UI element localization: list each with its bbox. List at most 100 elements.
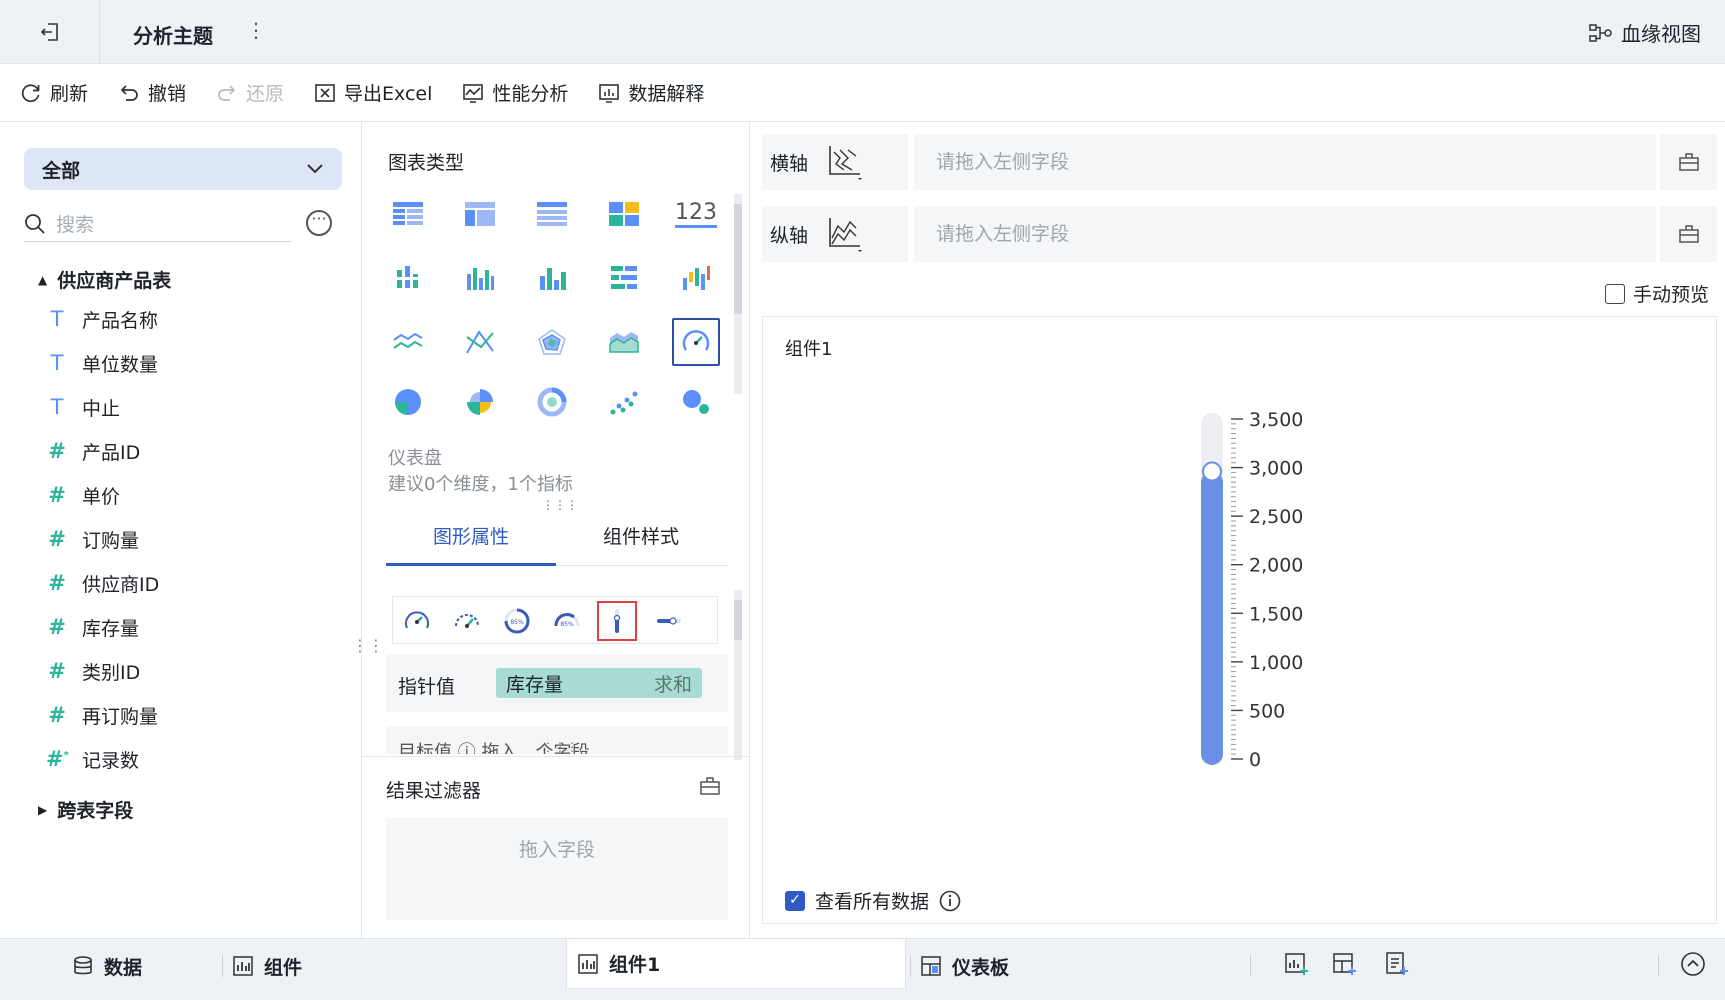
chart-type-scrollbar[interactable]: [734, 194, 742, 394]
tab-component-style[interactable]: 组件样式: [556, 508, 726, 566]
chart-preview-panel: 横轴 请拖入左侧字段 纵轴 请拖入左侧字段 手动预览 组件1 0 500 1,000…: [750, 122, 1725, 938]
gauge-style-percent-arc[interactable]: 85%: [547, 601, 587, 641]
gauge-style-percent-ring[interactable]: 85%: [497, 601, 537, 641]
chart-type-gauge[interactable]: [672, 318, 720, 366]
field-item[interactable]: T 中止: [46, 392, 120, 422]
add-chart-button[interactable]: [1284, 951, 1310, 982]
rose-chart-icon: [467, 389, 493, 415]
chart-type-bar[interactable]: [600, 254, 648, 302]
field-item[interactable]: # 类别ID: [46, 656, 140, 686]
more-vertical-icon[interactable]: ⋮: [246, 18, 266, 42]
y-axis-drop-zone[interactable]: 请拖入左侧字段: [914, 206, 1656, 262]
performance-analysis-button[interactable]: 性能分析: [462, 79, 568, 106]
x-axis-label-box[interactable]: 横轴: [762, 134, 908, 190]
manual-preview-checkbox[interactable]: [1605, 283, 1625, 304]
add-dashboard-button[interactable]: [1332, 951, 1358, 982]
chart-type-radar[interactable]: [528, 318, 576, 366]
chart-type-area[interactable]: [600, 318, 648, 366]
chart-type-rose[interactable]: [456, 378, 504, 426]
column-chart-icon: [467, 268, 494, 290]
redo-button[interactable]: 还原: [216, 79, 284, 106]
search-input[interactable]: 搜索: [24, 206, 292, 242]
lineage-view-label: 血缘视图: [1621, 22, 1701, 46]
filter-drop-zone[interactable]: 拖入字段: [386, 818, 728, 920]
field-panel: 全部 搜索 ··· ▲ 供应商产品表 T 产品名称 T 单位数量 T 中止 # 产品ID…: [0, 122, 384, 938]
export-excel-button[interactable]: 导出Excel: [314, 79, 432, 106]
field-item[interactable]: T 产品名称: [46, 304, 158, 334]
chart-type-line[interactable]: [384, 318, 432, 366]
undo-button[interactable]: 撤销: [118, 79, 186, 106]
tree-group-cross-table[interactable]: ▶ 跨表字段: [38, 796, 133, 823]
tab-widget[interactable]: 组件: [232, 939, 302, 993]
field-item[interactable]: # 订购量: [46, 524, 139, 554]
view-all-checkbox[interactable]: ✓: [785, 890, 805, 911]
pointer-field-chip[interactable]: 库存量 求和: [496, 668, 702, 698]
add-report-button[interactable]: [1384, 951, 1410, 982]
data-explain-button[interactable]: 数据解释: [598, 79, 704, 106]
tab-graph-properties[interactable]: 图形属性: [386, 508, 556, 566]
chart-type-multi-column[interactable]: [528, 254, 576, 302]
lineage-view-button[interactable]: 血缘视图: [1589, 18, 1701, 47]
field-item[interactable]: # 再订购量: [46, 700, 158, 730]
horizontal-gauge-icon: [657, 617, 681, 625]
chart-type-number[interactable]: 123: [672, 190, 720, 238]
gauge-style-half[interactable]: [447, 601, 487, 641]
gauge-style-thermometer[interactable]: [597, 601, 637, 641]
tab-widget1-active[interactable]: 组件1: [566, 939, 906, 989]
x-axis-drop-zone[interactable]: 请拖入左侧字段: [914, 134, 1656, 190]
tab-dashboard[interactable]: 仪表板: [920, 939, 1009, 993]
manual-preview-toggle[interactable]: 手动预览: [1605, 280, 1709, 307]
field-item[interactable]: T 单位数量: [46, 348, 158, 378]
chart-type-table[interactable]: [384, 190, 432, 238]
scope-select[interactable]: 全部: [24, 148, 342, 190]
selected-chart-hint: 建议0个维度，1个指标: [388, 474, 573, 495]
chart-type-donut[interactable]: [528, 378, 576, 426]
chart-type-pie[interactable]: [384, 378, 432, 426]
field-item[interactable]: # 产品ID: [46, 436, 140, 466]
info-icon[interactable]: [939, 890, 961, 912]
crosstab-icon: [465, 202, 495, 226]
resize-handle[interactable]: ⋮⋮⋮: [542, 740, 578, 754]
area-chart-icon: [609, 332, 639, 353]
field-item[interactable]: # 供应商ID: [46, 568, 159, 598]
y-axis-tool-button[interactable]: [1660, 206, 1717, 262]
properties-scrollbar[interactable]: [734, 590, 742, 760]
chart-type-waterfall[interactable]: [672, 254, 720, 302]
collapse-button[interactable]: [1680, 951, 1706, 982]
chart-type-scatter[interactable]: [600, 378, 648, 426]
search-icon: [25, 213, 45, 234]
scope-select-value: 全部: [42, 159, 81, 182]
refresh-button[interactable]: 刷新: [20, 79, 88, 106]
y-axis-label-box[interactable]: 纵轴: [762, 206, 908, 262]
chart-type-bubble[interactable]: [672, 378, 720, 426]
export-excel-label: 导出Excel: [344, 83, 433, 105]
tree-group-supplier-products[interactable]: ▲ 供应商产品表: [38, 266, 171, 293]
data-explain-icon: [599, 83, 620, 103]
svg-text:85%: 85%: [560, 621, 574, 628]
filter-toolbox-icon[interactable]: [700, 776, 720, 801]
more-options-icon[interactable]: ···: [306, 210, 332, 236]
tab-data[interactable]: 数据: [72, 939, 142, 993]
chart-type-scatter-line[interactable]: [456, 318, 504, 366]
chart-type-grouped-table[interactable]: [384, 254, 432, 302]
gauge-style-horizontal[interactable]: [649, 601, 689, 641]
caret-down-icon: ▲: [38, 272, 48, 287]
field-item[interactable]: #* 记录数: [46, 744, 139, 774]
field-item[interactable]: # 单价: [46, 480, 120, 510]
x-axis-tool-button[interactable]: [1660, 134, 1717, 190]
chart-type-kpi-card[interactable]: [600, 190, 648, 238]
field-item[interactable]: # 库存量: [46, 612, 139, 642]
back-button[interactable]: [0, 0, 100, 64]
waterfall-icon: [683, 266, 710, 290]
gauge-style-ring[interactable]: [397, 601, 437, 641]
pointer-value-label: 指针值: [398, 676, 456, 698]
x-axis-icon: [829, 146, 863, 180]
x-axis-label: 横轴: [770, 152, 809, 175]
cross-line-icon: [466, 330, 494, 354]
chart-type-column[interactable]: [456, 254, 504, 302]
view-all-data-toggle[interactable]: ✓ 查看所有数据: [785, 887, 961, 914]
chart-config-panel: 图表类型 123 仪表盘 建议0个维度，1个指标 ⋮⋮⋮ 图形属性 组件样式 8…: [362, 122, 750, 938]
chart-type-detail-table[interactable]: [528, 190, 576, 238]
pointer-aggregation[interactable]: 求和: [654, 670, 692, 697]
chart-type-crosstab[interactable]: [456, 190, 504, 238]
